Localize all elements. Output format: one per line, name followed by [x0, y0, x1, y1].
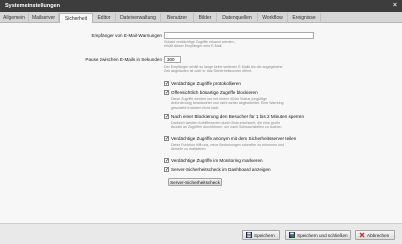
save-and-close-label: Speichern und schließen — [297, 232, 348, 238]
save-label: Speichern — [254, 232, 275, 238]
block-malicious-label: Offensichtlich bösartige Zugriffe blocki… — [171, 90, 258, 95]
lock-visitor-checkbox[interactable]: ✓ — [164, 114, 169, 120]
tab-datenquellen[interactable]: Datenquellen — [217, 13, 258, 23]
tab-editor[interactable]: Editor — [93, 13, 116, 23]
mark-monitoring-label: Verdächtige Zugriffe im Monitoring marki… — [171, 158, 263, 163]
floppy-disk-close-icon — [288, 231, 296, 239]
security-panel: Empfänger von E-Mail-Warnungen Sobald ve… — [0, 23, 402, 223]
cancel-label: Abbrechen — [367, 232, 390, 238]
tab-workflow[interactable]: Workflow — [258, 13, 288, 23]
block-malicious-checkbox[interactable]: ✓ — [164, 90, 169, 96]
window-titlebar: Systemeinstellungen × — [0, 0, 402, 12]
tab-allgemein[interactable]: Allgemein — [0, 13, 29, 23]
lock-visitor-hint-2: Anzahl an Zugriffen durchführen, um nach… — [171, 125, 283, 130]
share-anonymous-checkbox[interactable]: ✓ — [164, 136, 169, 142]
email-warn-label: Empfänger von E-Mail-Warnungen — [91, 33, 162, 38]
tab-bilder[interactable]: Bilder — [194, 13, 217, 23]
share-anonymous-label: Verdächtige Zugriffe anonym mit dem Sich… — [171, 136, 297, 141]
server-security-check-button[interactable]: Server-Sicherheitscheck — [168, 178, 222, 186]
lock-visitor-label: Nach einer Blockierung den Besucher für … — [171, 114, 305, 119]
email-warn-input[interactable] — [164, 32, 314, 39]
tab-benutzer[interactable]: Benutzer — [161, 13, 194, 23]
block-malicious-hint-3: geschieht trotzdem nicht statt. — [171, 105, 219, 110]
cancel-button[interactable]: Abbrechen — [355, 230, 395, 240]
tab-ereignisse[interactable]: Ereignisse — [288, 13, 321, 23]
tab-bar: Allgemein Mailserver Sicherheit Editor D… — [0, 12, 402, 24]
red-x-icon — [359, 232, 365, 238]
log-suspicious-label: Verdächtige Zugriffe protokollieren — [171, 81, 241, 86]
pause-label: Pause zwischen E-Mails in Sekunden — [85, 57, 162, 62]
log-suspicious-checkbox[interactable]: ✓ — [164, 81, 169, 87]
save-and-close-button[interactable]: Speichern und schließen — [285, 230, 351, 240]
tab-dateiverwaltung[interactable]: Dateiverwaltung — [116, 13, 161, 23]
mark-monitoring-checkbox[interactable]: ✓ — [164, 158, 169, 164]
share-anonymous-hint-2: Abwehr zu realisieren. — [171, 147, 207, 152]
dashboard-check-label: Server-Sicherheitscheck im Dashboard anz… — [171, 167, 271, 172]
email-warn-hint-2: erhält dieser Empfänger eine E-Mail. — [164, 44, 223, 49]
pause-input[interactable]: 300 — [164, 56, 181, 63]
pause-hint-2: Zeit abgelaufen ist oder er das Sicherhe… — [164, 69, 253, 74]
close-icon[interactable]: × — [393, 1, 397, 11]
footer-bar: Speichern Speichern und schließen Abbrec… — [0, 223, 402, 244]
floppy-disk-icon — [245, 231, 253, 239]
window-title: Systemeinstellungen — [5, 3, 61, 9]
dashboard-check-checkbox[interactable]: ✓ — [164, 167, 169, 173]
save-button[interactable]: Speichern — [242, 230, 280, 240]
tab-mailserver[interactable]: Mailserver — [29, 13, 59, 23]
